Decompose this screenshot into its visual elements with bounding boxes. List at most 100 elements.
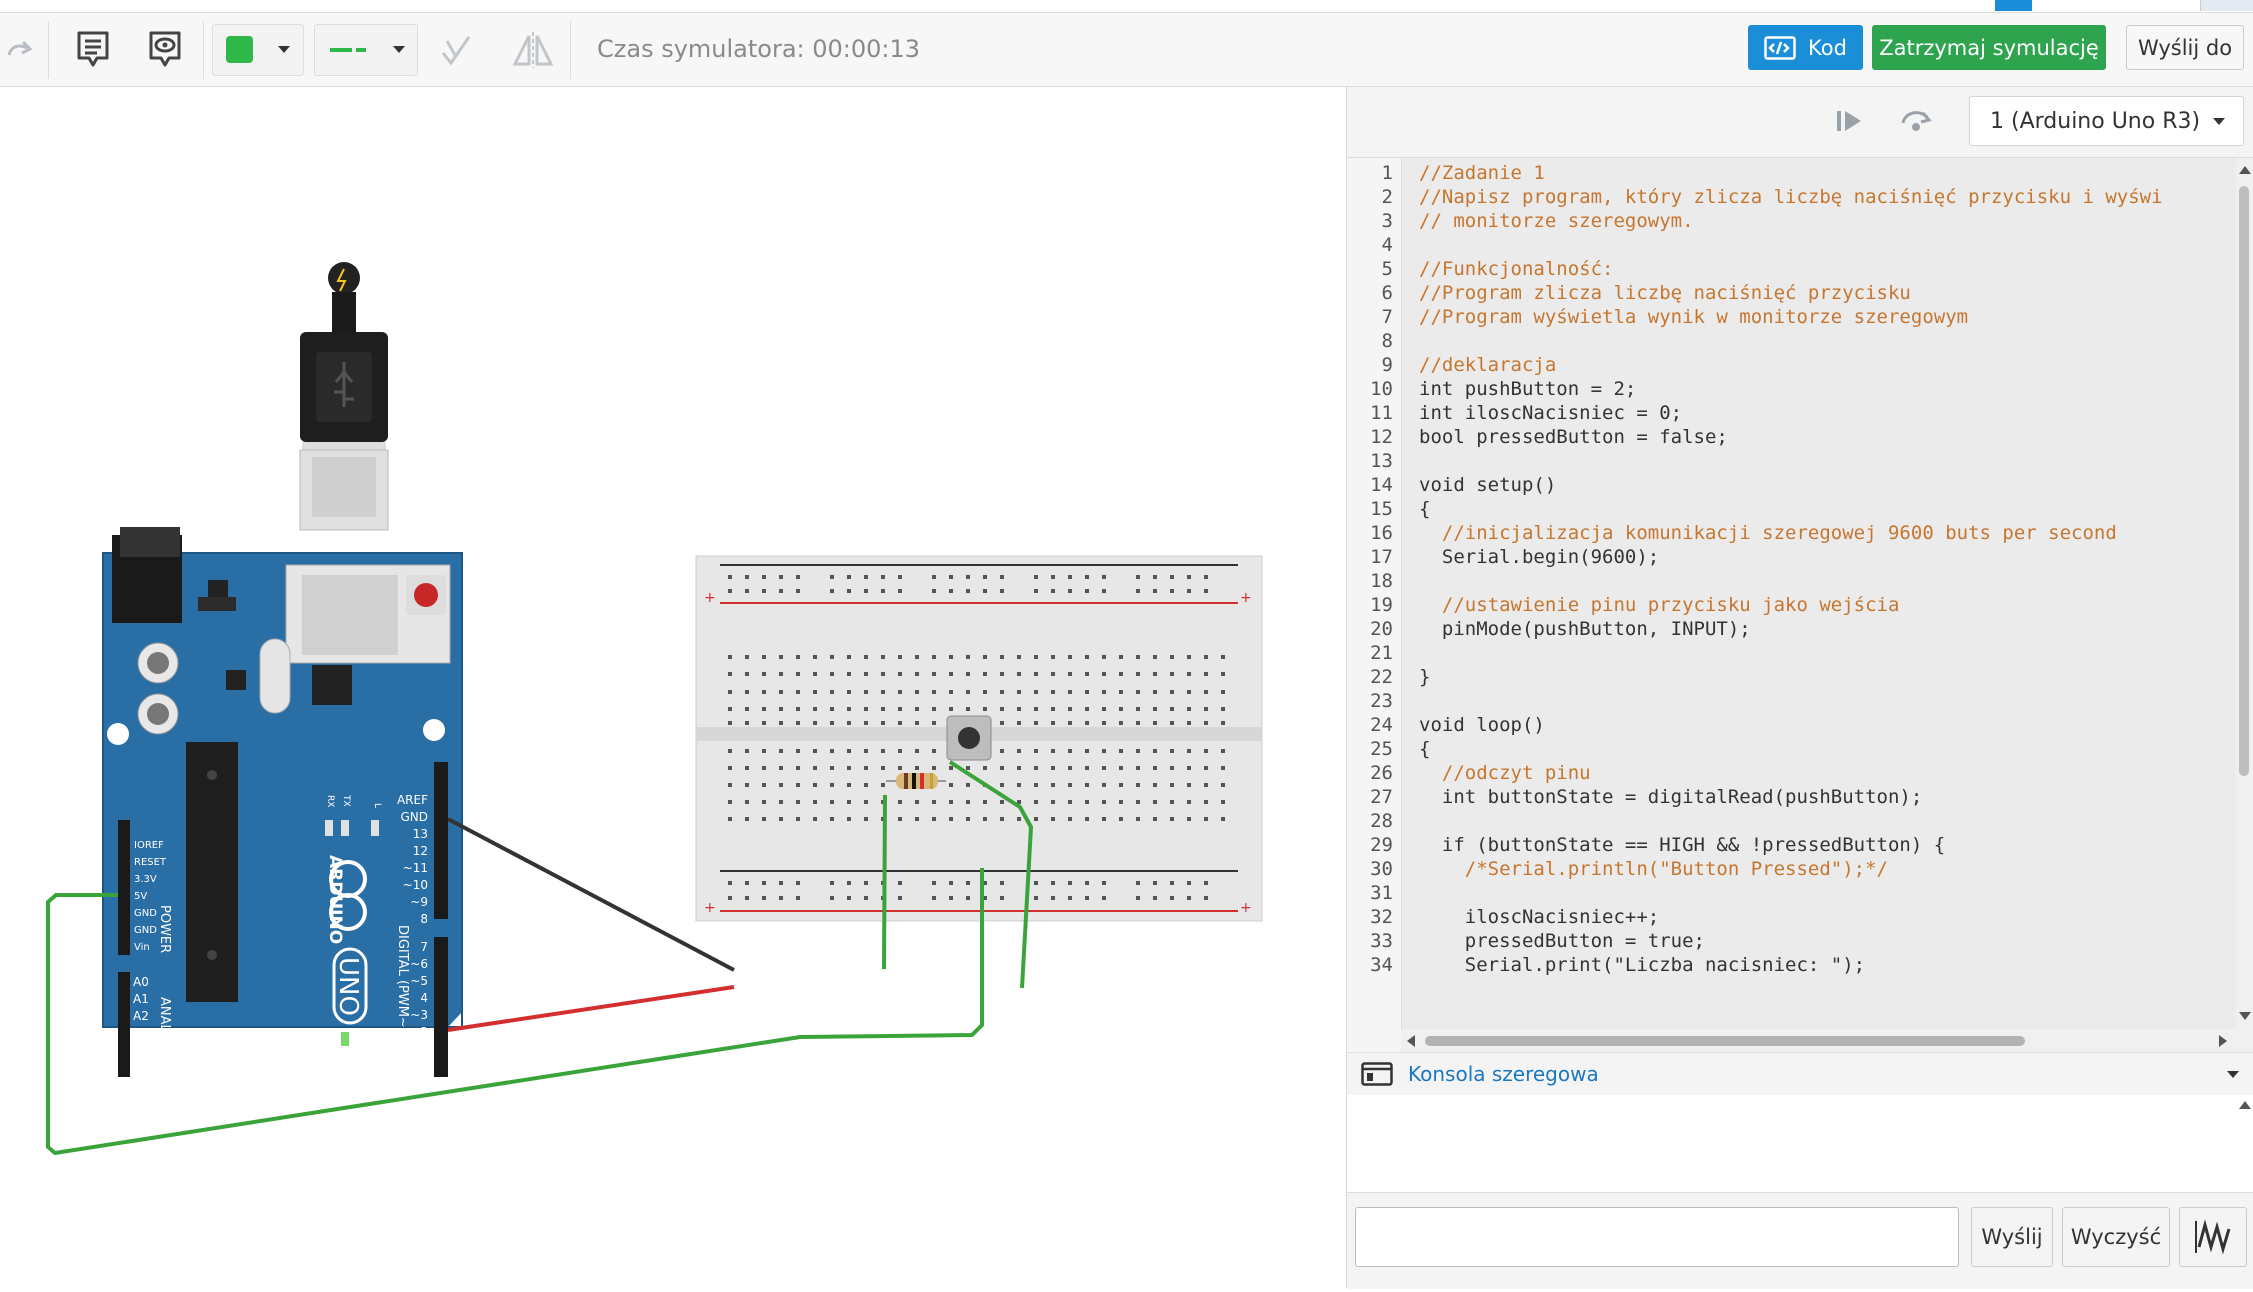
code-line[interactable]: //Zadanie 1 bbox=[1419, 162, 1545, 184]
code-line[interactable]: { bbox=[1419, 498, 1430, 520]
wire-resistor-to-gnd[interactable] bbox=[882, 794, 887, 970]
breadboard-hole bbox=[864, 672, 868, 676]
breadboard-hole bbox=[745, 749, 749, 753]
view-icon[interactable] bbox=[140, 13, 190, 86]
breadboard-hole bbox=[1051, 896, 1055, 900]
breadboard-hole bbox=[1000, 749, 1004, 753]
flip-icon[interactable] bbox=[436, 13, 476, 86]
breadboard-hole bbox=[898, 575, 902, 579]
code-line[interactable]: // monitorze szeregowym. bbox=[1419, 210, 1694, 232]
code-line[interactable]: //Napisz program, który zlicza liczbę na… bbox=[1419, 186, 2163, 208]
code-line[interactable]: Serial.print("Liczba nacisniec: "); bbox=[1419, 954, 1865, 976]
breadboard-hole bbox=[915, 749, 919, 753]
breadboard-hole bbox=[847, 690, 851, 694]
breadboard-hole bbox=[898, 721, 902, 725]
code-button[interactable]: Kod bbox=[1748, 25, 1863, 70]
code-line[interactable]: void setup() bbox=[1419, 474, 1556, 496]
wire-style-icon[interactable] bbox=[314, 13, 418, 86]
line-number: 1 bbox=[1381, 162, 1393, 184]
scroll-down-icon[interactable] bbox=[2239, 1012, 2251, 1020]
code-line[interactable]: //odczyt pinu bbox=[1419, 762, 1591, 784]
vertical-scroll-thumb[interactable] bbox=[2239, 186, 2249, 776]
code-line[interactable]: pressedButton = true; bbox=[1419, 930, 1705, 952]
code-line[interactable]: int pushButton = 2; bbox=[1419, 378, 1636, 400]
notes-icon[interactable] bbox=[68, 13, 118, 86]
wire-sample-icon bbox=[329, 47, 366, 52]
serial-monitor-header[interactable]: Konsola szeregowa bbox=[1347, 1052, 2253, 1096]
code-line[interactable]: bool pressedButton = false; bbox=[1419, 426, 1728, 448]
code-line[interactable]: //deklaracja bbox=[1419, 354, 1556, 376]
breadboard-hole bbox=[1136, 881, 1140, 885]
breadboard-hole bbox=[1221, 655, 1225, 659]
breadboard-hole bbox=[1136, 800, 1140, 804]
line-number: 30 bbox=[1370, 858, 1393, 880]
code-editor[interactable]: 1 //Zadanie 1 2 //Napisz program, który zli… bbox=[1347, 158, 2253, 1052]
code-line[interactable]: //Program wyświetla wynik w monitorze sz… bbox=[1419, 306, 1968, 328]
breadboard-hole bbox=[1000, 672, 1004, 676]
user-avatar-tab[interactable] bbox=[2200, 0, 2253, 11]
send-to-button[interactable]: Wyślij do bbox=[2126, 25, 2244, 70]
breadboard-hole bbox=[898, 817, 902, 821]
breadboard-hole bbox=[796, 655, 800, 659]
circuit-drawing[interactable]: ARDUINO UNO DIGITAL (PWM~) POWER ANALOG … bbox=[0, 87, 1346, 1288]
svg-text:A3: A3 bbox=[133, 1026, 149, 1040]
code-line[interactable]: //Funkcjonalność: bbox=[1419, 258, 1613, 280]
code-line[interactable]: //inicjalizacja komunikacji szeregowej 9… bbox=[1419, 522, 2117, 544]
serial-scroll-up-icon[interactable] bbox=[2239, 1101, 2251, 1109]
scroll-left-icon[interactable] bbox=[1407, 1035, 1415, 1047]
breadboard-hole bbox=[1068, 783, 1072, 787]
wire-pin2[interactable] bbox=[447, 985, 735, 1032]
code-line[interactable]: //ustawienie pinu przycisku jako wejścia bbox=[1419, 594, 1900, 616]
code-line[interactable]: int iloscNacisniec = 0; bbox=[1419, 402, 1682, 424]
scroll-up-icon[interactable] bbox=[2239, 166, 2251, 174]
device-select[interactable]: 1 (Arduino Uno R3) bbox=[1969, 96, 2244, 146]
chevron-down-icon[interactable] bbox=[2227, 1071, 2239, 1078]
wire-gnd[interactable] bbox=[447, 817, 735, 972]
svg-text:RX: RX bbox=[325, 795, 335, 807]
circuit-canvas[interactable]: ARDUINO UNO DIGITAL (PWM~) POWER ANALOG … bbox=[0, 87, 1346, 1288]
serial-send-button[interactable]: Wyślij bbox=[1971, 1207, 2053, 1267]
breadboard-hole bbox=[1204, 690, 1208, 694]
breadboard-hole bbox=[796, 589, 800, 593]
breadboard-hole bbox=[1085, 896, 1089, 900]
code-line[interactable]: Serial.begin(9600); bbox=[1419, 546, 1659, 568]
code-line[interactable]: int buttonState = digitalRead(pushButton… bbox=[1419, 786, 1922, 808]
active-tab-indicator[interactable] bbox=[1995, 0, 2032, 11]
code-line[interactable]: pinMode(pushButton, INPUT); bbox=[1419, 618, 1751, 640]
svg-text:IOREF: IOREF bbox=[134, 840, 164, 851]
code-line[interactable]: /*Serial.println("Button Pressed");*/ bbox=[1419, 858, 1888, 880]
breadboard-hole bbox=[932, 881, 936, 885]
horizontal-scroll-thumb[interactable] bbox=[1425, 1036, 2025, 1046]
serial-clear-button[interactable]: Wyczyść bbox=[2062, 1207, 2170, 1267]
breadboard-hole bbox=[830, 672, 834, 676]
code-line[interactable]: void loop() bbox=[1419, 714, 1545, 736]
color-picker-icon[interactable] bbox=[212, 13, 304, 86]
step-icon[interactable] bbox=[1833, 107, 1865, 139]
breadboard-hole bbox=[728, 881, 732, 885]
toolbar-divider bbox=[570, 21, 571, 79]
breadboard-hole bbox=[898, 707, 902, 711]
svg-text:+: + bbox=[1240, 900, 1252, 916]
stop-simulation-button[interactable]: Zatrzymaj symulację bbox=[1872, 25, 2106, 70]
breadboard-hole bbox=[779, 749, 783, 753]
breadboard-hole bbox=[1153, 575, 1157, 579]
serial-input[interactable] bbox=[1355, 1207, 1959, 1267]
code-line[interactable]: if (buttonState == HIGH && !pressedButto… bbox=[1419, 834, 1945, 856]
code-line[interactable]: //Program zlicza liczbę naciśnięć przyci… bbox=[1419, 282, 1911, 304]
arduino-uno-board[interactable]: ARDUINO UNO DIGITAL (PWM~) POWER ANALOG … bbox=[102, 527, 463, 1095]
usb-cable[interactable] bbox=[299, 262, 389, 531]
code-line[interactable]: } bbox=[1419, 666, 1430, 688]
breadboard-hole bbox=[1017, 817, 1021, 821]
redo-icon[interactable] bbox=[0, 13, 40, 86]
code-line[interactable]: iloscNacisniec++; bbox=[1419, 906, 1659, 928]
breadboard-hole bbox=[1187, 575, 1191, 579]
push-button[interactable] bbox=[946, 715, 992, 761]
breadboard-hole bbox=[1051, 800, 1055, 804]
breadboard-hole bbox=[796, 783, 800, 787]
mirror-icon[interactable] bbox=[508, 13, 558, 86]
code-line[interactable]: { bbox=[1419, 738, 1430, 760]
serial-plot-button[interactable] bbox=[2179, 1207, 2247, 1267]
breadboard-hole bbox=[1136, 655, 1140, 659]
step-over-icon[interactable] bbox=[1899, 105, 1933, 139]
scroll-right-icon[interactable] bbox=[2219, 1035, 2227, 1047]
